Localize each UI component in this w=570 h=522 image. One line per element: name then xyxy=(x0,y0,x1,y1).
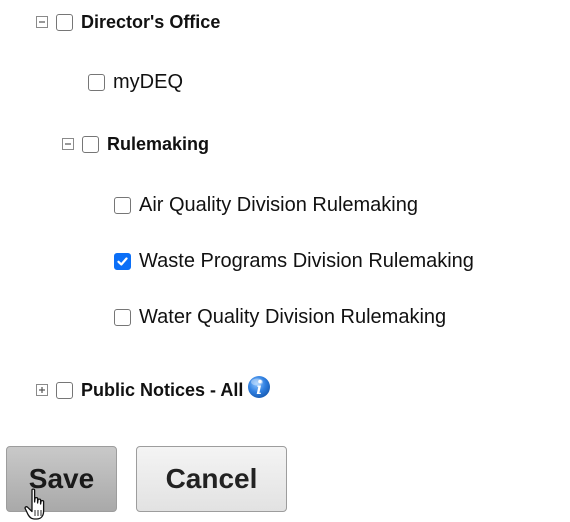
air-quality-checkbox[interactable] xyxy=(114,196,131,214)
waste-programs-label: Waste Programs Division Rulemaking xyxy=(139,250,474,272)
tree-node-water-quality: Water Quality Division Rulemaking xyxy=(114,305,446,329)
notification-preferences-page: Director's Office myDEQ Rulemaking Air Q… xyxy=(0,0,570,522)
tree-node-mydeq: myDEQ xyxy=(88,70,183,94)
mydeq-checkbox[interactable] xyxy=(88,73,105,91)
directors-office-checkbox[interactable] xyxy=(56,13,73,31)
tree-node-directors-office: Director's Office xyxy=(36,10,220,34)
tree-node-rulemaking: Rulemaking xyxy=(62,132,209,156)
rulemaking-label: Rulemaking xyxy=(107,134,210,154)
collapse-icon[interactable] xyxy=(62,138,74,150)
cancel-button[interactable]: Cancel xyxy=(136,446,287,512)
waste-programs-checkbox[interactable] xyxy=(114,252,131,270)
directors-office-label: Director's Office xyxy=(81,12,221,32)
mydeq-label: myDEQ xyxy=(113,71,183,93)
expand-icon[interactable] xyxy=(36,384,48,396)
collapse-icon[interactable] xyxy=(36,16,48,28)
water-quality-label: Water Quality Division Rulemaking xyxy=(139,306,447,328)
hand-pointer-icon xyxy=(24,488,45,520)
tree-node-public-notices: Public Notices - All xyxy=(36,375,271,402)
air-quality-label: Air Quality Division Rulemaking xyxy=(139,194,418,216)
tree-node-waste-programs: Waste Programs Division Rulemaking xyxy=(114,249,474,273)
tree-node-air-quality: Air Quality Division Rulemaking xyxy=(114,193,418,217)
save-button[interactable]: Save xyxy=(6,446,117,512)
info-icon[interactable] xyxy=(247,375,271,399)
public-notices-checkbox[interactable] xyxy=(56,381,73,399)
public-notices-label: Public Notices - All xyxy=(81,380,244,400)
rulemaking-checkbox[interactable] xyxy=(82,135,99,153)
checkmark-icon xyxy=(117,256,128,266)
water-quality-checkbox[interactable] xyxy=(114,308,131,326)
